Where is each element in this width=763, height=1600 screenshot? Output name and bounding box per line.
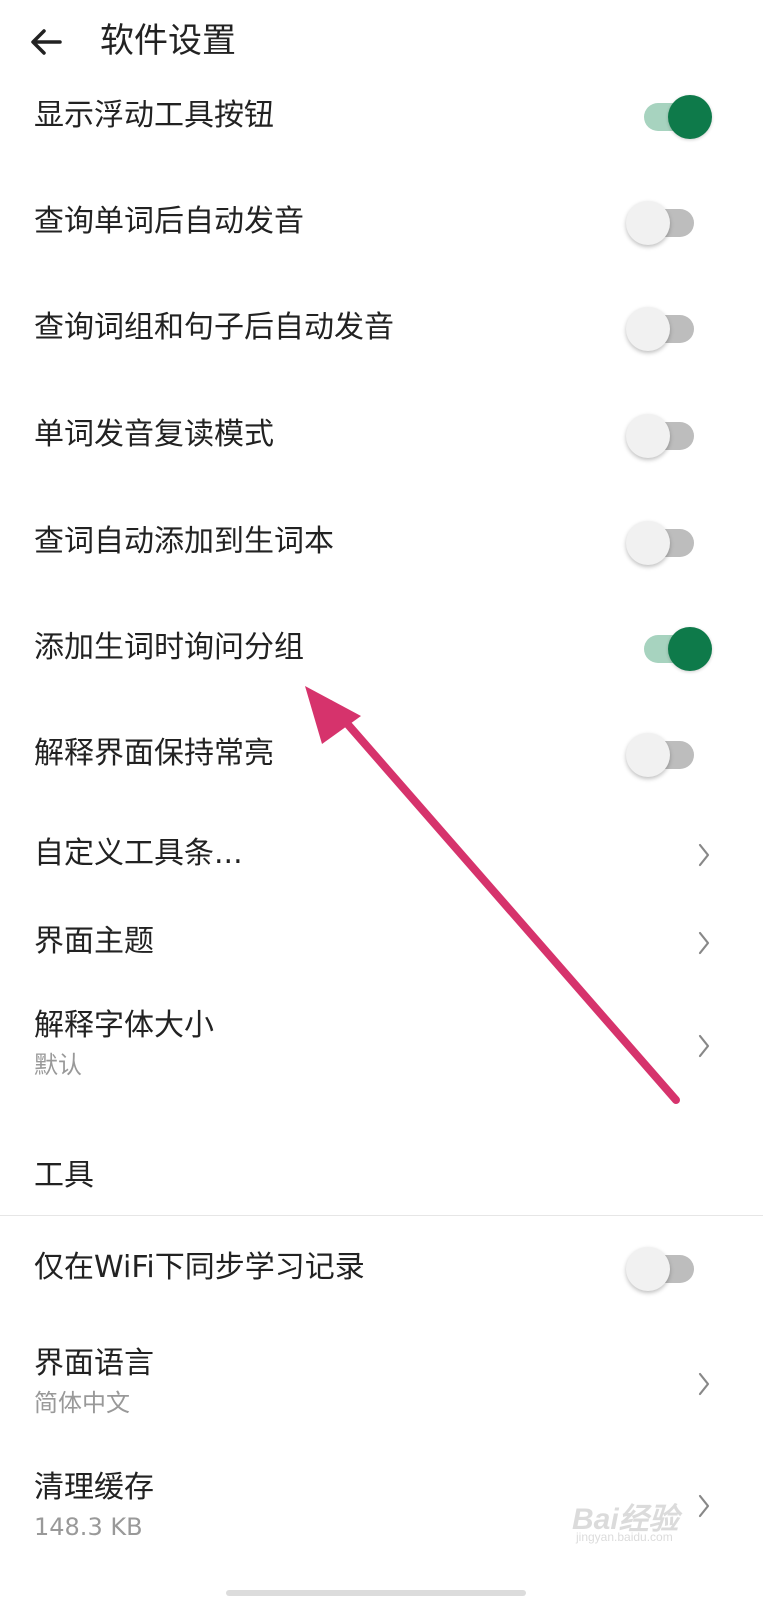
- setting-repeat-mode[interactable]: 单词发音复读模式: [0, 411, 763, 461]
- toggle-switch[interactable]: [626, 307, 704, 351]
- setting-floating-tool-button[interactable]: 显示浮动工具按钮: [0, 92, 763, 142]
- setting-label: 界面主题: [34, 924, 154, 959]
- section-title-tools: 工具: [34, 1158, 94, 1193]
- toggle-switch[interactable]: [626, 521, 704, 565]
- setting-wifi-sync[interactable]: 仅在WiFi下同步学习记录: [0, 1244, 763, 1294]
- setting-auto-add-wordbook[interactable]: 查词自动添加到生词本: [0, 518, 763, 568]
- chevron-right-icon: [698, 1034, 710, 1058]
- chevron-right-icon: [698, 931, 710, 955]
- toggle-switch[interactable]: [626, 1247, 704, 1291]
- home-indicator[interactable]: [226, 1590, 526, 1596]
- setting-font-size[interactable]: 解释字体大小 默认: [0, 1006, 763, 1086]
- toggle-switch[interactable]: [634, 95, 712, 139]
- setting-label: 界面语言: [34, 1346, 154, 1381]
- setting-label: 仅在WiFi下同步学习记录: [34, 1250, 365, 1285]
- baidu-jingyan-watermark: Bai经验 jingyan.baidu.com: [572, 1490, 732, 1550]
- setting-label: 清理缓存: [34, 1470, 154, 1505]
- chevron-right-icon: [698, 843, 710, 867]
- setting-keep-screen-on[interactable]: 解释界面保持常亮: [0, 730, 763, 780]
- toggle-switch[interactable]: [626, 733, 704, 777]
- chevron-right-icon: [698, 1372, 710, 1396]
- toggle-switch[interactable]: [634, 627, 712, 671]
- setting-label: 解释界面保持常亮: [34, 736, 274, 771]
- setting-ask-group[interactable]: 添加生词时询问分组: [0, 624, 763, 674]
- setting-value: 默认: [34, 1051, 82, 1079]
- setting-custom-toolbar[interactable]: 自定义工具条...: [0, 830, 763, 880]
- setting-theme[interactable]: 界面主题: [0, 918, 763, 968]
- setting-label: 解释字体大小: [34, 1008, 214, 1043]
- setting-label: 查词自动添加到生词本: [34, 524, 334, 559]
- section-divider: [0, 1215, 763, 1216]
- setting-label: 单词发音复读模式: [34, 417, 274, 452]
- setting-value: 简体中文: [34, 1389, 130, 1417]
- toggle-switch[interactable]: [626, 414, 704, 458]
- setting-label: 自定义工具条...: [34, 836, 243, 871]
- setting-auto-pronounce-phrase[interactable]: 查询词组和句子后自动发音: [0, 304, 763, 354]
- setting-label: 查询词组和句子后自动发音: [34, 310, 394, 345]
- setting-label: 显示浮动工具按钮: [34, 98, 274, 133]
- setting-label: 添加生词时询问分组: [34, 630, 304, 665]
- setting-value: 148.3 KB: [34, 1513, 143, 1541]
- app-bar: 软件设置: [0, 0, 763, 84]
- toggle-switch[interactable]: [626, 201, 704, 245]
- watermark-url: jingyan.baidu.com: [576, 1530, 673, 1544]
- page-title: 软件设置: [100, 21, 236, 61]
- setting-auto-pronounce-word[interactable]: 查询单词后自动发音: [0, 198, 763, 248]
- setting-language[interactable]: 界面语言 简体中文: [0, 1344, 763, 1424]
- back-arrow-icon[interactable]: [26, 22, 66, 62]
- setting-label: 查询单词后自动发音: [34, 204, 304, 239]
